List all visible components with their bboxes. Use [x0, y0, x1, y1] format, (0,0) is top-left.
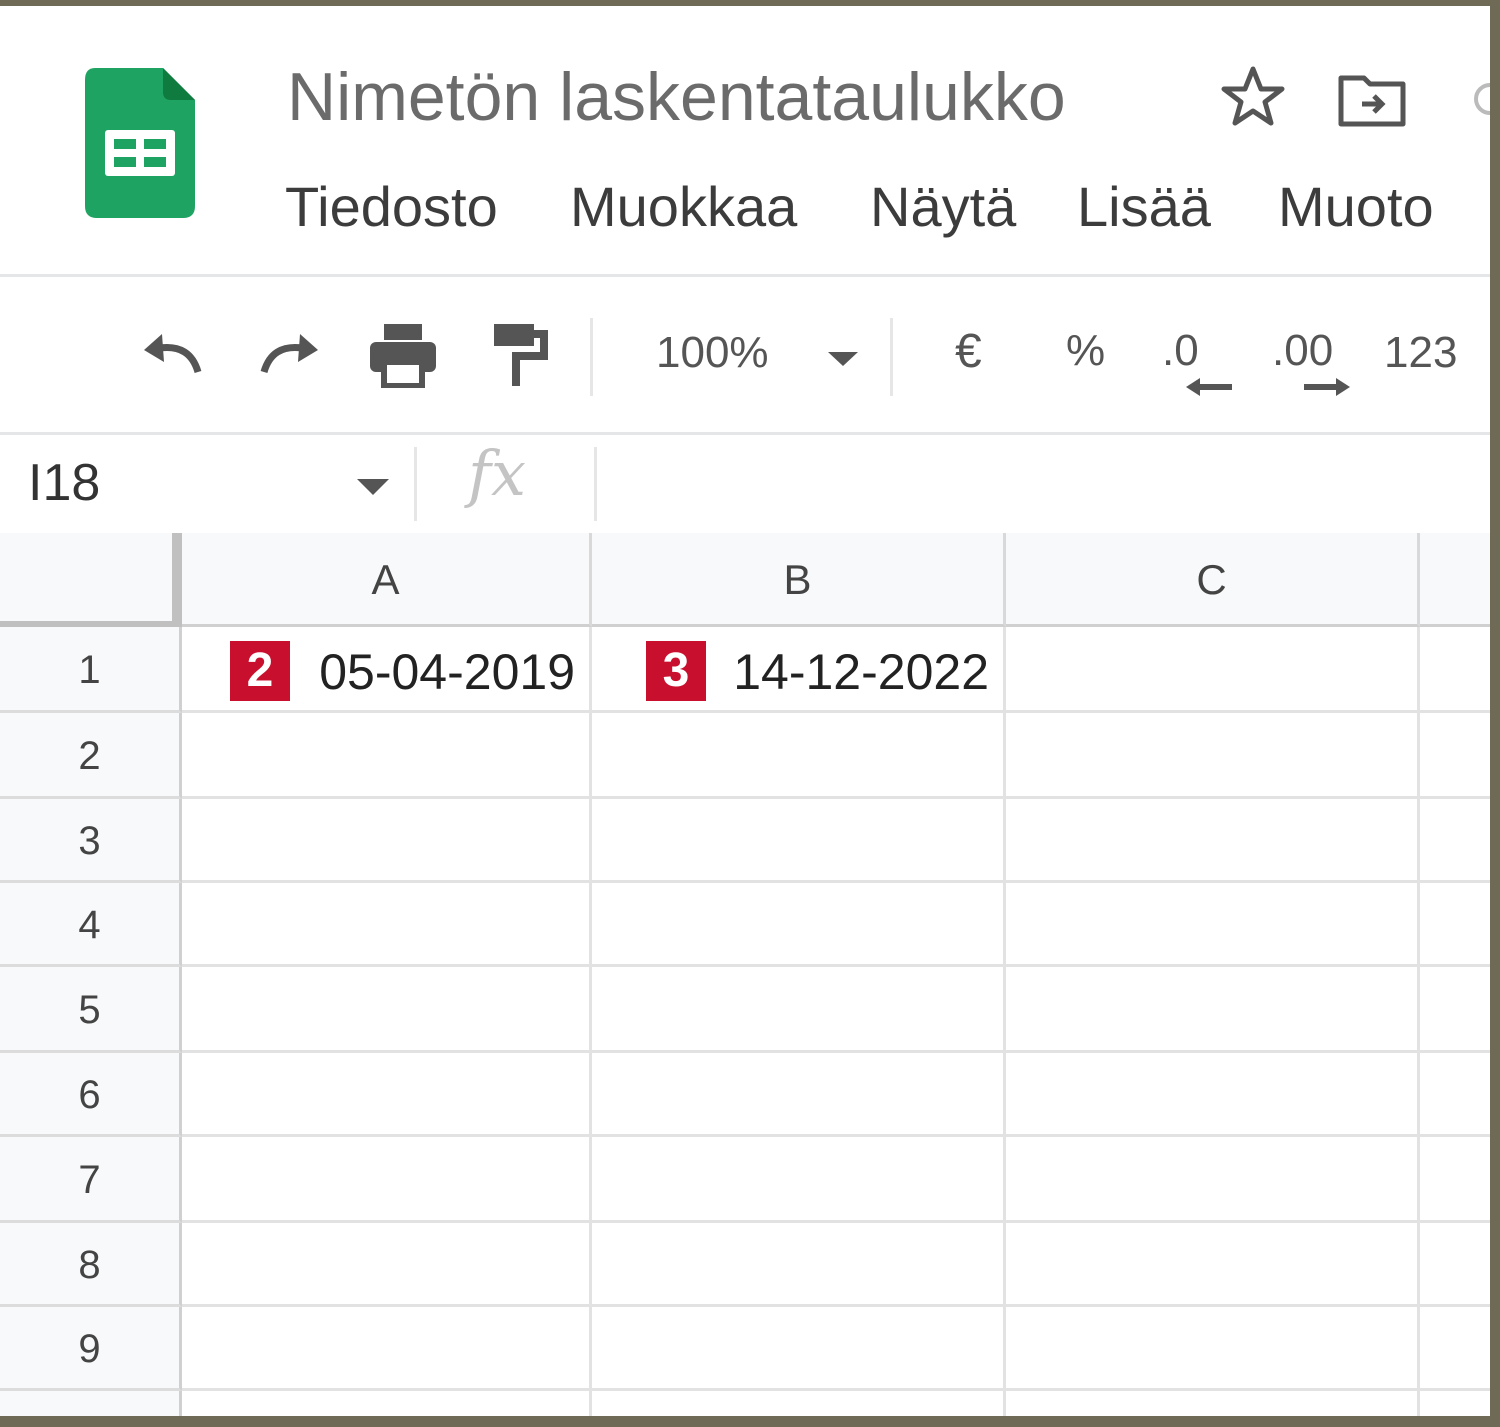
redo-icon[interactable]	[254, 330, 324, 380]
paint-format-icon[interactable]	[490, 322, 550, 388]
increase-decimals-button[interactable]: .00	[1272, 322, 1358, 402]
cell[interactable]	[1420, 799, 1490, 883]
menu-view[interactable]: Näytä	[870, 174, 1016, 239]
row-header-3[interactable]: 3	[0, 799, 182, 883]
column-header-d[interactable]	[1420, 533, 1490, 627]
cell-c1[interactable]	[1006, 627, 1420, 713]
zoom-select[interactable]: 100%	[656, 328, 769, 378]
cell[interactable]	[1006, 1053, 1420, 1137]
decrease-decimals-label: .0	[1162, 326, 1199, 375]
document-title[interactable]: Nimetön laskentataulukko	[287, 58, 1066, 136]
cell[interactable]	[1006, 883, 1420, 967]
cell-a1-value: 05-04-2019	[319, 644, 575, 700]
cell[interactable]	[1420, 1137, 1490, 1223]
select-all-corner[interactable]	[0, 533, 182, 629]
decrease-decimals-button[interactable]: .0	[1162, 322, 1234, 402]
name-box-value: I18	[28, 454, 101, 512]
row-header-10[interactable]	[0, 1391, 182, 1416]
name-box[interactable]: I18	[0, 435, 410, 533]
toolbar-separator	[590, 318, 593, 396]
cloud-status-icon[interactable]	[1460, 68, 1490, 130]
menu-edit[interactable]: Muokkaa	[570, 174, 797, 239]
row-header-7[interactable]: 7	[0, 1137, 182, 1223]
formula-bar: I18 fx	[0, 435, 1490, 533]
move-to-folder-icon[interactable]	[1336, 68, 1408, 130]
cell[interactable]	[592, 713, 1006, 799]
menu-format[interactable]: Muoto	[1278, 174, 1434, 239]
row-header-9[interactable]: 9	[0, 1307, 182, 1391]
marker-badge: 3	[646, 641, 706, 701]
cell[interactable]	[592, 1137, 1006, 1223]
chevron-down-icon	[357, 479, 389, 495]
cell-a1[interactable]: 2 05-04-2019	[182, 627, 592, 713]
cell[interactable]	[592, 1391, 1006, 1416]
currency-format-button[interactable]: €	[955, 324, 982, 379]
cell[interactable]	[1006, 713, 1420, 799]
percent-format-button[interactable]: %	[1066, 326, 1105, 376]
cell[interactable]	[1006, 1391, 1420, 1416]
cell[interactable]	[592, 1053, 1006, 1137]
cell[interactable]	[182, 883, 592, 967]
cell[interactable]	[1420, 713, 1490, 799]
cell[interactable]	[1420, 1053, 1490, 1137]
cell[interactable]	[1420, 967, 1490, 1053]
cell[interactable]	[182, 713, 592, 799]
cell[interactable]	[182, 1223, 592, 1307]
cell[interactable]	[1420, 883, 1490, 967]
formula-input[interactable]	[610, 435, 1490, 533]
row-header-5[interactable]: 5	[0, 967, 182, 1053]
formula-bar-separator	[594, 447, 597, 521]
toolbar-separator	[890, 318, 893, 396]
cell[interactable]	[182, 1053, 592, 1137]
cell[interactable]	[182, 967, 592, 1053]
cell[interactable]	[1006, 967, 1420, 1053]
column-header-a[interactable]: A	[182, 533, 592, 627]
row-header-4[interactable]: 4	[0, 883, 182, 967]
cell[interactable]	[1420, 1223, 1490, 1307]
cell[interactable]	[1006, 1137, 1420, 1223]
row-header-2[interactable]: 2	[0, 713, 182, 799]
increase-decimals-label: .00	[1272, 326, 1334, 375]
cell-b1-value: 14-12-2022	[733, 644, 989, 700]
arrow-right-icon	[1304, 378, 1350, 396]
cell[interactable]	[592, 799, 1006, 883]
sheet-grid: A B C 1 2 3 4 5 6 7 8 9 2 05-04-2019 3 1…	[0, 533, 1490, 1416]
menu-insert[interactable]: Lisää	[1077, 174, 1211, 239]
column-header-c[interactable]: C	[1006, 533, 1420, 627]
cell[interactable]	[1420, 1307, 1490, 1391]
cell[interactable]	[592, 1307, 1006, 1391]
cell[interactable]	[1006, 1307, 1420, 1391]
cell[interactable]	[1420, 1391, 1490, 1416]
cell[interactable]	[182, 799, 592, 883]
arrow-left-icon	[1186, 378, 1232, 396]
column-header-b[interactable]: B	[592, 533, 1006, 627]
header-divider	[0, 274, 1490, 277]
menu-file[interactable]: Tiedosto	[285, 174, 498, 239]
undo-icon[interactable]	[138, 330, 208, 380]
print-icon[interactable]	[368, 322, 438, 388]
row-header-1[interactable]: 1	[0, 627, 182, 713]
cell-b1[interactable]: 3 14-12-2022	[592, 627, 1006, 713]
cell[interactable]	[182, 1137, 592, 1223]
row-header-6[interactable]: 6	[0, 1053, 182, 1137]
formula-bar-separator	[414, 447, 417, 521]
cell[interactable]	[592, 1223, 1006, 1307]
cell[interactable]	[182, 1391, 592, 1416]
toolbar: 100% € % .0 .00 123	[0, 278, 1490, 430]
more-formats-button[interactable]: 123	[1384, 328, 1457, 378]
spreadsheet-app: Nimetön laskentataulukko Tiedosto Muokka…	[0, 6, 1490, 1416]
cell[interactable]	[592, 967, 1006, 1053]
row-header-8[interactable]: 8	[0, 1223, 182, 1307]
cell[interactable]	[1006, 799, 1420, 883]
cell[interactable]	[182, 1307, 592, 1391]
cell[interactable]	[1006, 1223, 1420, 1307]
star-icon[interactable]	[1220, 64, 1286, 130]
zoom-dropdown-icon[interactable]	[826, 348, 860, 368]
sheets-logo-icon[interactable]	[85, 68, 195, 218]
cell[interactable]	[592, 883, 1006, 967]
fx-icon: fx	[468, 437, 526, 510]
marker-badge: 2	[230, 641, 290, 701]
cell-d1[interactable]	[1420, 627, 1490, 713]
